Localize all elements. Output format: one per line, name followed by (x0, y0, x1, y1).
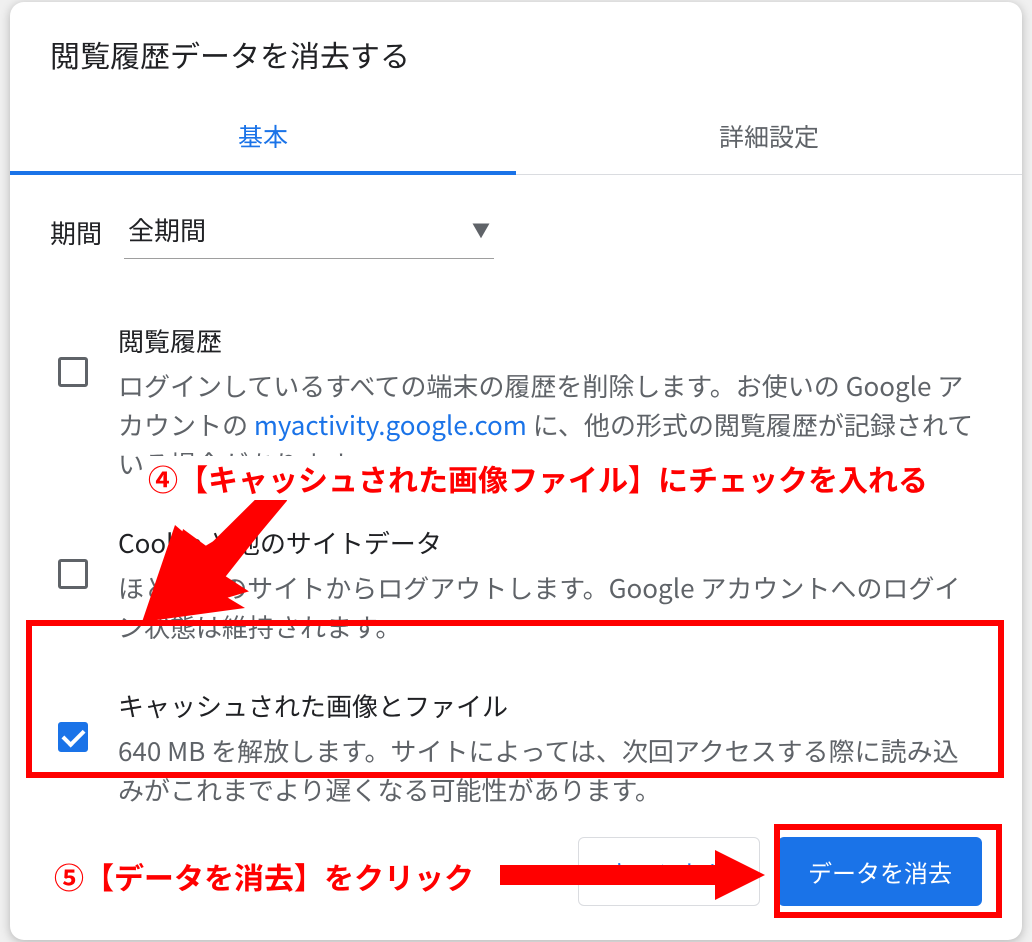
option-text: キャッシュされた画像とファイル 640 MB を解放します。サイトによっては、次… (118, 686, 982, 809)
dialog-buttons: キャンセル データを消去 (578, 837, 982, 906)
dialog-content: 期間 全期間 ▼ 閲覧履歴 ログインしているすべての端末の履歴を削除します。お使… (10, 175, 1022, 857)
tabs: 基本 詳細設定 (10, 100, 1022, 175)
option-title: キャッシュされた画像とファイル (118, 686, 982, 725)
option-desc: ログインしているすべての端末の履歴を削除します。お使いの Google アカウン… (118, 366, 982, 483)
option-cookies: Cookie と他のサイトデータ ほとんどのサイトからログアウトします。Goog… (50, 511, 982, 674)
chevron-down-icon: ▼ (472, 217, 490, 243)
time-range-row: 期間 全期間 ▼ (50, 205, 982, 259)
cancel-button[interactable]: キャンセル (578, 837, 760, 906)
option-title: 閲覧履歴 (118, 321, 982, 360)
clear-data-button[interactable]: データを消去 (778, 837, 982, 906)
option-cached-images: キャッシュされた画像とファイル 640 MB を解放します。サイトによっては、次… (50, 674, 982, 837)
checkbox-cached-images[interactable] (58, 722, 88, 752)
option-text: 閲覧履歴 ログインしているすべての端末の履歴を削除します。お使いの Google… (118, 321, 982, 483)
time-range-label: 期間 (50, 214, 102, 251)
tab-advanced[interactable]: 詳細設定 (516, 100, 1022, 174)
time-range-value: 全期間 (128, 211, 206, 248)
option-text: Cookie と他のサイトデータ ほとんどのサイトからログアウトします。Goog… (118, 523, 982, 646)
time-range-select[interactable]: 全期間 ▼ (124, 205, 494, 259)
checkbox-cookies[interactable] (58, 559, 88, 589)
tab-basic[interactable]: 基本 (10, 100, 516, 174)
option-browsing-history: 閲覧履歴 ログインしているすべての端末の履歴を削除します。お使いの Google… (50, 309, 982, 511)
clear-browsing-data-dialog: 閲覧履歴データを消去する 基本 詳細設定 期間 全期間 ▼ 閲覧履歴 ログインし… (10, 2, 1022, 940)
dialog-title: 閲覧履歴データを消去する (10, 2, 1022, 100)
checkbox-browsing-history[interactable] (58, 357, 88, 387)
option-title: Cookie と他のサイトデータ (118, 523, 982, 562)
myactivity-link[interactable]: myactivity.google.com (254, 406, 527, 443)
option-desc: 640 MB を解放します。サイトによっては、次回アクセスする際に読み込みがこれ… (118, 731, 982, 809)
option-desc: ほとんどのサイトからログアウトします。Google アカウントへのログイン状態は… (118, 568, 982, 646)
